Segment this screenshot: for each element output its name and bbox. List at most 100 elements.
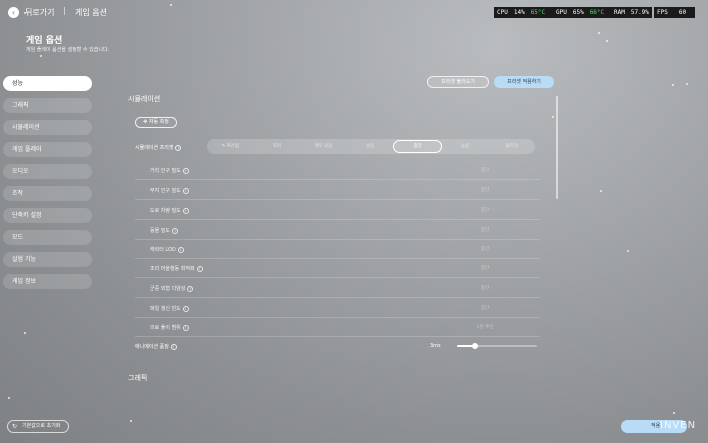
preset-option-custom[interactable]: ✎ 커스텀 <box>207 140 254 153</box>
sidebar-item-audio[interactable]: 오디오 <box>3 164 92 179</box>
setting-row[interactable]: 파일 갱신 빈도 i 중간 <box>135 298 540 318</box>
preset-option-ultra[interactable]: 울트라 <box>488 140 535 153</box>
setting-value[interactable]: 중간 <box>465 305 505 311</box>
sidebar-item-keybinds[interactable]: 단축키 설정 <box>3 208 92 223</box>
fps-value: 60 <box>678 9 687 16</box>
setting-value[interactable]: 중간 <box>465 167 505 173</box>
preset-option-high[interactable]: 높음 <box>442 140 489 153</box>
info-icon[interactable]: i <box>182 167 189 174</box>
setting-row[interactable]: 조리 마을행동 최적화 i 중간 <box>135 258 540 278</box>
fps-stat: FPS 60 <box>654 7 695 18</box>
sidebar: 성능 그래픽 시뮬레이션 게임 플레이 오디오 조작 단축키 설정 모드 실험 … <box>3 76 92 296</box>
slider-value: 3ms <box>430 343 441 349</box>
particle-dot <box>606 40 608 42</box>
gpu-stat: GPU 65% 66°C <box>553 7 611 18</box>
preset-option-custom-label: 커스텀 <box>226 144 240 149</box>
setting-value[interactable]: 중간 <box>465 246 505 252</box>
sidebar-item-mods[interactable]: 모드 <box>3 230 92 245</box>
cpu-value: 14% <box>513 9 525 16</box>
sidebar-item-game-info[interactable]: 게임 정보 <box>3 274 92 289</box>
gpu-label: GPU <box>556 9 567 16</box>
info-icon[interactable]: i <box>182 305 189 312</box>
setting-label-text: 동물 밀도 <box>150 228 170 234</box>
setting-label: 의료 풀이 범위 i <box>150 324 189 331</box>
setting-label: 조리 마을행동 최적화 i <box>150 265 203 272</box>
setting-label: 파일 갱신 빈도 i <box>150 305 189 312</box>
simulation-preset-label: 시뮬레이션 프리셋 i <box>135 144 182 151</box>
sidebar-item-simulation[interactable]: 시뮬레이션 <box>3 120 92 135</box>
breadcrumb-separator: | <box>63 6 66 15</box>
sidebar-item-performance[interactable]: 성능 <box>3 76 92 91</box>
setting-label-text: 거리 인구 밀도 <box>150 168 181 174</box>
back-label[interactable]: 뒤로가기 <box>25 7 54 18</box>
simulation-preset-selector: ✎ 커스텀 최저 매우 낮음 낮음 중간 높음 울트라 <box>207 139 535 154</box>
sidebar-item-experimental[interactable]: 실험 기능 <box>3 252 92 267</box>
particle-dot <box>40 55 42 57</box>
setting-row[interactable]: 부지 인구 밀도 i 중간 <box>135 180 540 200</box>
info-icon[interactable]: i <box>170 343 177 350</box>
info-icon[interactable]: i <box>172 227 178 234</box>
scrollbar[interactable] <box>556 96 558 199</box>
particle-dot <box>552 116 554 118</box>
setting-label-text: 파일 갱신 빈도 <box>150 306 181 312</box>
particle-dot <box>627 250 629 252</box>
back-arrow-icon[interactable]: ‹ <box>8 7 19 18</box>
info-icon[interactable]: i <box>182 187 189 194</box>
setting-row[interactable]: 동물 밀도 i 중간 <box>135 220 540 240</box>
info-icon[interactable]: i <box>187 285 194 292</box>
auto-detect-label: 자동 측정 <box>148 119 169 125</box>
particle-dot <box>672 84 674 86</box>
animation-quality-slider-row: 애니메이션 품질 i 3ms <box>135 340 540 352</box>
preset-option-low[interactable]: 낮음 <box>347 140 394 153</box>
setting-row[interactable]: 의료 풀이 범위 i 1천 주민 <box>135 317 540 337</box>
reset-icon: ↻ <box>12 423 18 430</box>
preset-option-very-low[interactable]: 매우 낮음 <box>300 140 347 153</box>
setting-value[interactable]: 중간 <box>465 227 505 233</box>
top-bar: ‹ 뒤로가기 | 게임 옵션 CPU 14% 65°C GPU 65% 66°C… <box>0 0 708 24</box>
slider-track[interactable] <box>457 343 537 349</box>
info-icon[interactable]: i <box>182 324 189 331</box>
section-title-simulation: 시뮬레이션 <box>128 95 161 103</box>
setting-label: 동물 밀도 i <box>150 227 178 234</box>
preset-load-button[interactable]: 프리셋 불러오기 <box>427 76 489 88</box>
preset-option-lowest[interactable]: 최저 <box>254 140 301 153</box>
page-title: 게임 옵션 <box>26 36 63 46</box>
cpu-temp: 65°C <box>530 9 546 16</box>
particle-dot <box>598 32 600 34</box>
setting-label-text: 군중 외형 다양성 <box>150 286 186 292</box>
sidebar-item-controls[interactable]: 조작 <box>3 186 92 201</box>
info-icon[interactable]: i <box>177 246 184 253</box>
setting-value[interactable]: 중간 <box>465 207 505 213</box>
setting-label: 거리 인구 밀도 i <box>150 167 189 174</box>
particle-dot <box>24 332 26 334</box>
slider-label-text: 애니메이션 품질 <box>135 344 169 350</box>
setting-value[interactable]: 중간 <box>465 187 505 193</box>
cpu-label: CPU <box>497 9 508 16</box>
auto-detect-icon: ✥ <box>143 119 148 125</box>
ram-value: 57.9% <box>630 9 649 16</box>
setting-label-text: 조리 마을행동 최적화 <box>150 266 195 272</box>
gpu-temp: 66°C <box>589 9 605 16</box>
watermark-logo: INVEN <box>660 420 697 431</box>
sidebar-item-graphics[interactable]: 그래픽 <box>3 98 92 113</box>
slider-thumb[interactable] <box>472 343 479 349</box>
particle-dot <box>600 190 602 192</box>
preset-apply-button[interactable]: 프리셋 적용하기 <box>494 76 554 88</box>
sidebar-item-gameplay[interactable]: 게임 플레이 <box>3 142 92 157</box>
ram-stat: RAM 57.9% <box>611 7 652 18</box>
preset-option-medium[interactable]: 중간 <box>393 140 442 153</box>
setting-row[interactable]: 도로 차량 밀도 i 중간 <box>135 200 540 220</box>
setting-label-text: 부지 인구 밀도 <box>150 188 181 194</box>
reset-defaults-button[interactable]: ↻ 기본값으로 초기화 <box>7 420 69 433</box>
setting-row[interactable]: 캐릭터 LOD i 중간 <box>135 239 540 259</box>
setting-row[interactable]: 거리 인구 밀도 i 중간 <box>135 160 540 180</box>
setting-value[interactable]: 중간 <box>465 285 505 291</box>
setting-label-text: 캐릭터 LOD <box>150 247 176 253</box>
setting-row[interactable]: 군중 외형 다양성 i 중간 <box>135 278 540 298</box>
setting-value[interactable]: 1천 주민 <box>465 324 505 330</box>
info-icon[interactable]: i <box>182 207 189 214</box>
auto-detect-button[interactable]: ✥ 자동 측정 <box>135 117 177 128</box>
setting-value[interactable]: 중간 <box>465 265 505 271</box>
info-icon[interactable]: i <box>196 265 203 272</box>
info-icon[interactable]: i <box>175 144 182 151</box>
